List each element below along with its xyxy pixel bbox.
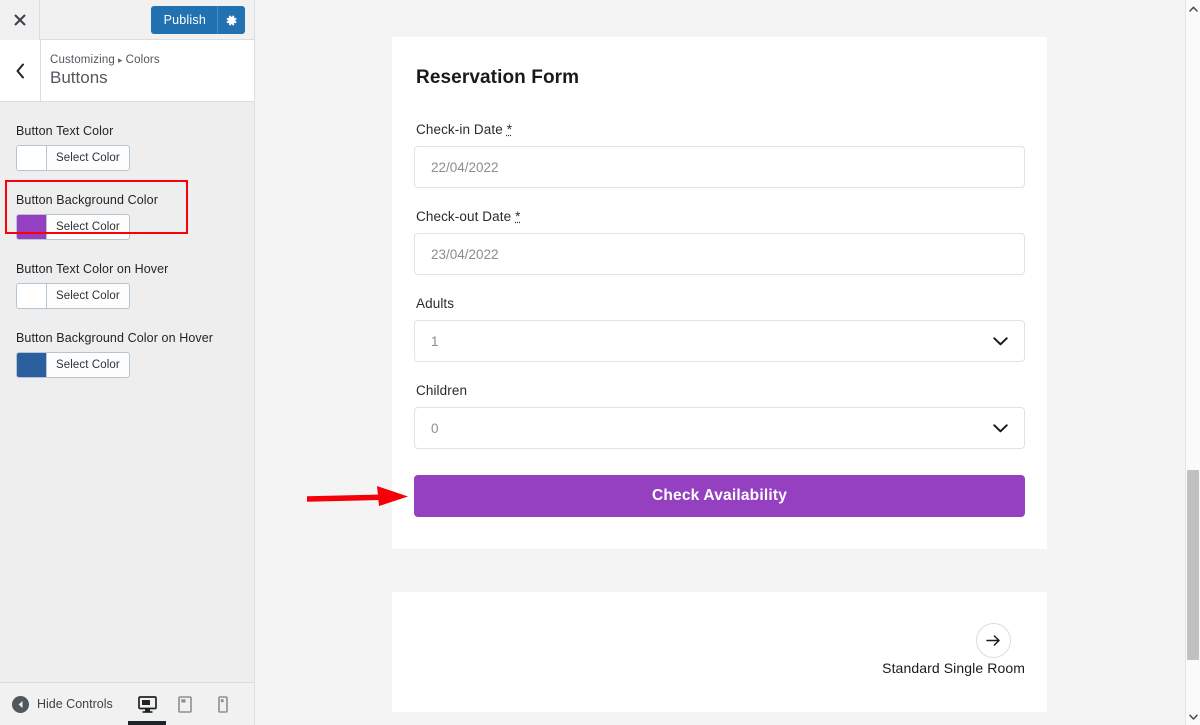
- field-adults: Adults 1: [414, 296, 1025, 362]
- hide-controls-label: Hide Controls: [37, 697, 113, 711]
- panel-header-text: Customizing ▸ Colors Buttons: [41, 54, 160, 88]
- field-label: Adults: [416, 296, 455, 311]
- adults-value: 1: [431, 333, 439, 349]
- chevron-left-icon[interactable]: [0, 39, 41, 102]
- required-marker: *: [506, 122, 513, 137]
- room-name: Standard Single Room: [882, 660, 1025, 676]
- color-picker-button-text-color-on-hover[interactable]: Select Color: [16, 283, 130, 309]
- select-color-label: Select Color: [56, 359, 120, 371]
- publish-button-label: Publish: [163, 13, 206, 27]
- check-in-date-value: 22/04/2022: [431, 159, 499, 175]
- chevron-up-icon[interactable]: [1186, 0, 1200, 17]
- color-swatch[interactable]: [17, 284, 47, 308]
- select-color-label: Select Color: [56, 221, 120, 233]
- publish-button[interactable]: Publish: [150, 6, 245, 34]
- control-label: Button Background Color: [16, 193, 158, 207]
- field-label: Check-in Date *: [416, 122, 1025, 137]
- close-icon[interactable]: [0, 0, 40, 40]
- chevron-down-icon[interactable]: [1186, 708, 1200, 725]
- control-button-text-color-on-hover: Button Text Color on Hover Select Color: [12, 254, 242, 323]
- site-preview: Reservation Form Check-in Date * 22/04/2…: [255, 0, 1185, 725]
- field-label: Check-out Date *: [416, 209, 1025, 224]
- children-select[interactable]: 0: [414, 407, 1025, 449]
- desktop-icon[interactable]: [128, 683, 166, 725]
- breadcrumb-separator: ▸: [117, 54, 123, 65]
- screen: Publish Customizing ▸ Colors Buttons But…: [0, 0, 1200, 725]
- chevron-down-icon: [993, 336, 1008, 346]
- check-availability-label: Check Availability: [651, 487, 788, 504]
- control-button-background-color: Button Background Color Select Color: [12, 185, 242, 254]
- mobile-icon[interactable]: [204, 683, 242, 725]
- control-label: Button Text Color on Hover: [16, 262, 169, 276]
- breadcrumb: Customizing ▸ Colors: [50, 54, 160, 66]
- children-value: 0: [431, 420, 439, 436]
- breadcrumb-section[interactable]: Colors: [126, 54, 160, 66]
- control-label: Button Text Color: [16, 124, 114, 138]
- control-button-background-color-on-hover: Button Background Color on Hover Select …: [12, 323, 242, 392]
- page-scrollbar[interactable]: [1185, 0, 1200, 725]
- reservation-form-card: Reservation Form Check-in Date * 22/04/2…: [392, 37, 1047, 549]
- color-swatch[interactable]: [17, 215, 47, 239]
- select-color-label: Select Color: [56, 290, 120, 302]
- room-card: Standard Single Room: [392, 592, 1047, 712]
- color-swatch[interactable]: [17, 353, 47, 377]
- color-picker-button-text-color[interactable]: Select Color: [16, 145, 130, 171]
- gear-icon[interactable]: [217, 6, 245, 34]
- customizer-topbar: Publish: [0, 0, 254, 40]
- color-controls-list: Button Text Color Select Color Button Ba…: [0, 102, 254, 392]
- select-color-label: Select Color: [56, 152, 120, 164]
- required-marker: *: [515, 209, 521, 224]
- tablet-icon[interactable]: [166, 683, 204, 725]
- field-check-in-date: Check-in Date * 22/04/2022: [414, 122, 1025, 188]
- adults-select[interactable]: 1: [414, 320, 1025, 362]
- field-label: Children: [416, 383, 468, 398]
- field-label-text: Check-in Date: [416, 122, 503, 137]
- customizer-footer: Hide Controls: [0, 682, 254, 725]
- chevron-down-icon: [993, 423, 1008, 433]
- customizer-panel-header: Customizing ▸ Colors Buttons: [0, 39, 254, 102]
- hide-controls-button[interactable]: Hide Controls: [0, 695, 113, 713]
- field-check-out-date: Check-out Date * 23/04/2022: [414, 209, 1025, 275]
- breadcrumb-root[interactable]: Customizing: [50, 54, 115, 66]
- device-preview-switcher: [128, 683, 242, 725]
- scrollbar-thumb[interactable]: [1187, 470, 1199, 660]
- field-children: Children 0: [414, 383, 1025, 449]
- control-label: Button Background Color on Hover: [16, 331, 214, 345]
- arrow-left-circle-icon: [12, 695, 29, 713]
- check-in-date-input[interactable]: 22/04/2022: [414, 146, 1025, 188]
- form-title: Reservation Form: [416, 67, 580, 88]
- color-picker-button-background-color-on-hover[interactable]: Select Color: [16, 352, 130, 378]
- arrow-right-icon[interactable]: [976, 623, 1011, 658]
- field-label-text: Check-out Date: [416, 209, 512, 224]
- page-title: Buttons: [50, 67, 108, 87]
- color-picker-button-background-color[interactable]: Select Color: [16, 214, 130, 240]
- control-button-text-color: Button Text Color Select Color: [12, 116, 242, 185]
- customizer-sidebar: Publish Customizing ▸ Colors Buttons But…: [0, 0, 255, 725]
- check-availability-button[interactable]: Check Availability: [414, 475, 1025, 517]
- color-swatch[interactable]: [17, 146, 47, 170]
- check-out-date-value: 23/04/2022: [431, 246, 499, 262]
- check-out-date-input[interactable]: 23/04/2022: [414, 233, 1025, 275]
